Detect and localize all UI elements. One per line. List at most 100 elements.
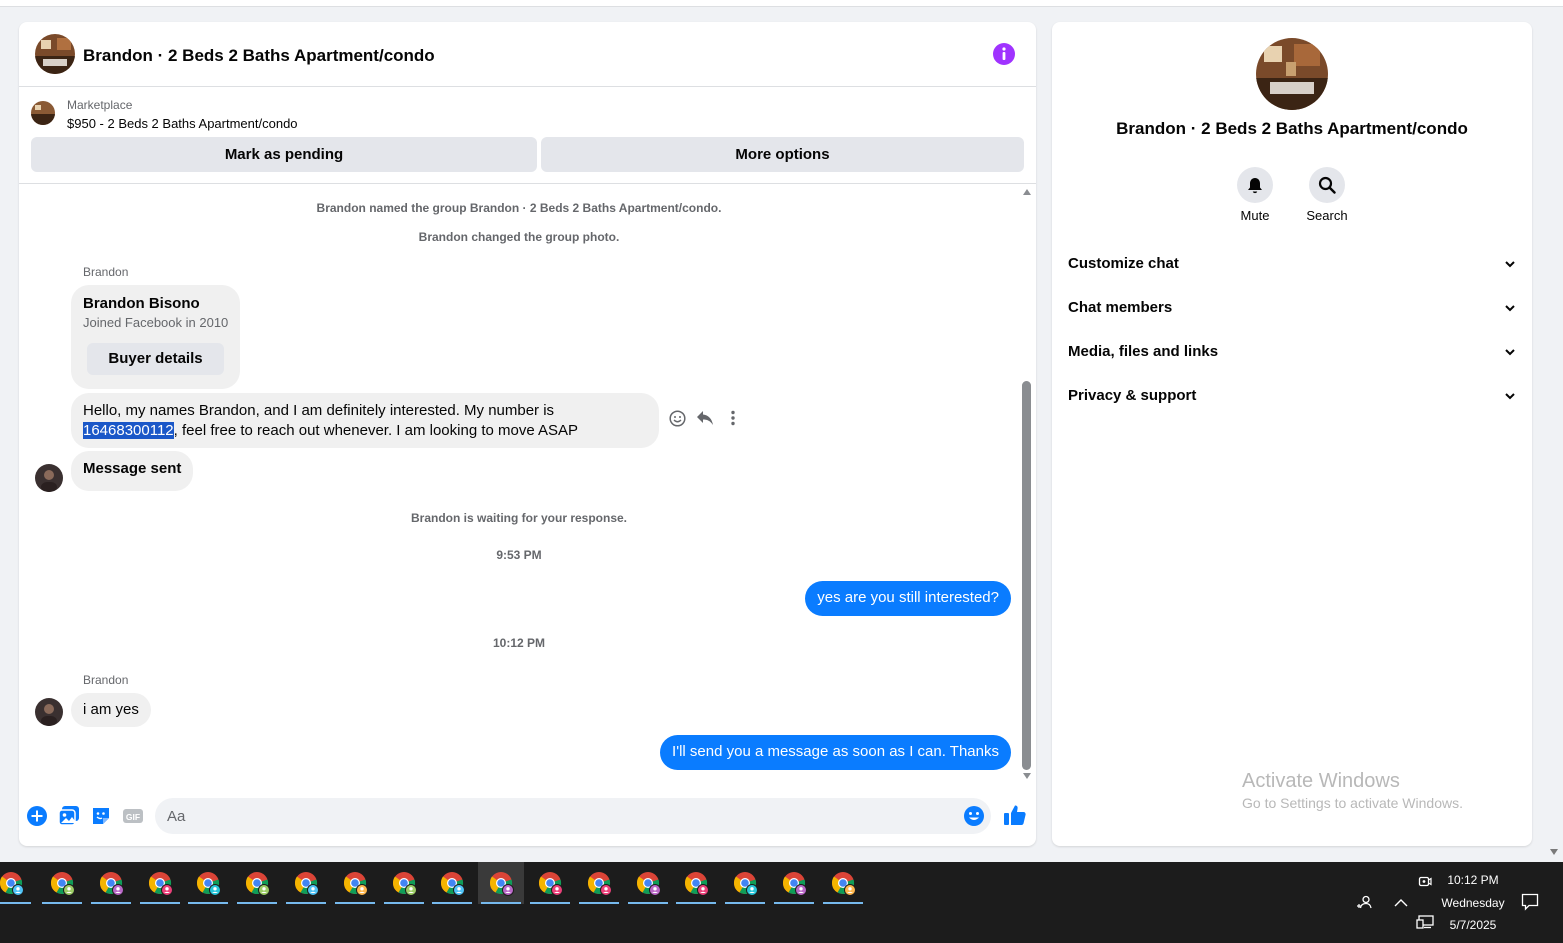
windows-taskbar: 10:12 PM Wednesday 5/7/2025 [0,862,1563,943]
taskbar-chrome-icon[interactable] [673,862,719,904]
activate-windows-watermark: Activate Windows Go to Settings to activ… [1242,770,1463,811]
section-label: Privacy & support [1068,387,1197,404]
scroll-up-arrow[interactable] [1023,189,1031,195]
system-message-waiting: Brandon is waiting for your response. [410,511,628,525]
search-label: Search [1306,208,1348,223]
message-composer: GIF [19,792,1036,840]
scroll-down-arrow[interactable] [1023,773,1031,779]
sender-name: Brandon [83,673,129,687]
clock-day[interactable]: Wednesday [1440,896,1506,910]
more-icon[interactable] [723,407,743,429]
taskbar-chrome-icon[interactable] [478,862,525,904]
privacy-support-section[interactable]: Privacy & support [1060,376,1524,416]
marketplace-label: Marketplace [67,98,133,112]
section-label: Chat members [1068,299,1173,316]
message-text-cont: , feel free to reach out whenever. I am … [173,422,579,439]
taskbar-chrome-icon[interactable] [722,862,768,904]
taskbar-chrome-icon[interactable] [332,862,378,904]
emoji-icon[interactable] [963,805,985,827]
mute-button[interactable] [1237,167,1273,203]
clock-time[interactable]: 10:12 PM [1440,873,1506,887]
outgoing-message[interactable]: yes are you still interested? [805,581,1011,616]
people-icon[interactable] [1356,895,1372,911]
taskbar-chrome-icon[interactable] [137,862,183,904]
selected-phone-number: 16468300112 [83,422,174,439]
chevron-down-icon [1505,305,1515,312]
section-label: Media, files and links [1068,343,1219,360]
search-button[interactable] [1309,167,1345,203]
page-scroll-down-arrow[interactable] [1550,849,1558,855]
taskbar-chrome-icon[interactable] [88,862,134,904]
chat-members-section[interactable]: Chat members [1060,288,1524,328]
more-options-button[interactable]: More options [541,137,1024,172]
chat-title: Brandon · 2 Beds 2 Baths Apartment/condo [83,46,435,65]
buyer-joined: Joined Facebook in 2010 [83,315,229,330]
sender-avatar[interactable] [35,698,63,726]
mark-as-pending-button[interactable]: Mark as pending [31,137,537,172]
message-scrollbar[interactable] [1021,185,1033,785]
buyer-details-button[interactable]: Buyer details [87,343,224,375]
scroll-thumb[interactable] [1022,381,1031,770]
watermark-subtitle: Go to Settings to activate Windows. [1242,795,1463,811]
watermark-title: Activate Windows [1242,770,1400,792]
clock-date[interactable]: 5/7/2025 [1440,918,1506,932]
customize-chat-section[interactable]: Customize chat [1060,244,1524,284]
system-message-changed-photo: Brandon changed the group photo. [418,230,620,244]
timestamp: 10:12 PM [492,636,546,650]
message-list: Brandon named the group Brandon · 2 Beds… [19,185,1019,785]
group-avatar[interactable] [35,34,75,74]
taskbar-chrome-icon[interactable] [625,862,671,904]
taskbar-chrome-icon[interactable] [283,862,329,904]
network-icon[interactable] [1416,915,1434,929]
message-text: Hello, my names Brandon, and I am defini… [83,402,555,419]
group-photo[interactable] [1256,38,1328,110]
message-sent-bubble[interactable]: Message sent [71,451,194,491]
chat-header: Brandon · 2 Beds 2 Baths Apartment/condo [19,22,1036,87]
message-hover-actions [667,407,743,429]
taskbar-chrome-icon[interactable] [576,862,622,904]
notification-center-icon[interactable] [1521,893,1539,911]
plus-icon[interactable] [26,805,48,827]
info-icon[interactable] [993,43,1015,65]
buyer-card: Brandon Bisono Joined Facebook in 2010 B… [71,285,240,389]
browser-top-edge [0,0,1563,7]
section-label: Customize chat [1068,255,1179,272]
show-hidden-icons-chevron-icon[interactable] [1394,898,1408,907]
sender-name: Brandon [83,265,129,279]
gif-icon[interactable]: GIF [122,805,144,827]
conversation-info-panel: Brandon · 2 Beds 2 Baths Apartment/condo… [1052,22,1532,846]
sender-avatar[interactable] [35,464,63,492]
outgoing-message[interactable]: I'll send you a message as soon as I can… [660,735,1011,770]
incoming-message[interactable]: Hello, my names Brandon, and I am defini… [71,393,659,448]
chevron-down-icon [1505,261,1515,268]
chevron-down-icon [1505,393,1515,400]
taskbar-chrome-icon[interactable] [429,862,475,904]
timestamp: 9:53 PM [496,548,542,562]
message-input[interactable] [155,798,991,834]
taskbar-chrome-icon[interactable] [0,862,34,904]
taskbar-chrome-icon[interactable] [39,862,85,904]
taskbar-chrome-icon[interactable] [527,862,573,904]
mute-label: Mute [1240,208,1270,223]
listing-title[interactable]: $950 - 2 Beds 2 Baths Apartment/condo [67,116,298,131]
gif-label: GIF [126,812,140,822]
taskbar-chrome-icon[interactable] [771,862,817,904]
taskbar-chrome-icon[interactable] [820,862,866,904]
like-icon[interactable] [1003,803,1026,825]
sticker-icon[interactable] [90,805,112,827]
info-title: Brandon · 2 Beds 2 Baths Apartment/condo [1116,119,1468,138]
reply-icon[interactable] [695,407,715,429]
taskbar-chrome-icon[interactable] [185,862,231,904]
listing-thumbnail[interactable] [31,101,55,125]
taskbar-chrome-icon[interactable] [381,862,427,904]
chat-panel: Brandon · 2 Beds 2 Baths Apartment/condo… [19,22,1036,846]
meet-now-icon[interactable] [1418,874,1432,890]
media-files-links-section[interactable]: Media, files and links [1060,332,1524,372]
incoming-message[interactable]: i am yes [71,693,151,727]
taskbar-chrome-icon[interactable] [234,862,280,904]
marketplace-banner: Marketplace $950 - 2 Beds 2 Baths Apartm… [19,88,1036,184]
chevron-down-icon [1505,349,1515,356]
system-message-named-group: Brandon named the group Brandon · 2 Beds… [316,201,722,215]
photo-icon[interactable] [58,805,80,827]
react-icon[interactable] [667,407,687,429]
